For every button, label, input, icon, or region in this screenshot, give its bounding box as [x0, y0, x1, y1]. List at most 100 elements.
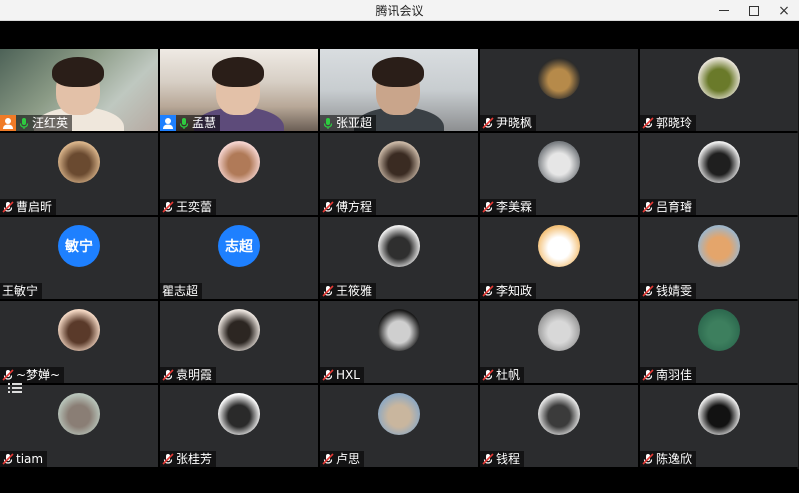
participant-tile[interactable]: 杜帆	[480, 301, 638, 383]
bottom-bar	[0, 469, 799, 493]
participant-name: 王奕蕾	[176, 200, 213, 214]
participant-name: 瞿志超	[162, 284, 199, 298]
participant-name: 张桂芳	[176, 452, 213, 466]
participant-name-label: 王筱雅	[320, 283, 377, 299]
avatar	[378, 141, 420, 183]
mic-on-icon	[178, 117, 190, 129]
participant-name-label: HXL	[320, 367, 364, 383]
mic-muted-icon	[482, 453, 494, 465]
mic-on-icon	[18, 117, 30, 129]
mic-muted-icon	[162, 453, 174, 465]
participant-tile[interactable]: 钱婧雯	[640, 217, 798, 299]
participant-name: 孟慧	[192, 116, 217, 130]
mic-on-icon	[322, 117, 334, 129]
participant-name-label: 钱婧雯	[640, 283, 697, 299]
avatar	[218, 309, 260, 351]
participant-tile[interactable]: tiam	[0, 385, 158, 467]
avatar	[698, 57, 740, 99]
participant-tile[interactable]: 郭晓玲	[640, 49, 798, 131]
member-list-button[interactable]	[4, 380, 26, 396]
participant-name-label: tiam	[0, 451, 48, 467]
participant-tile[interactable]: HXL	[320, 301, 478, 383]
avatar	[698, 141, 740, 183]
mic-muted-icon	[322, 285, 334, 297]
avatar	[378, 309, 420, 351]
mic-muted-icon	[482, 369, 494, 381]
participant-name-label: 李美霖	[480, 199, 537, 215]
avatar	[538, 393, 580, 435]
top-bar	[0, 21, 799, 49]
avatar	[538, 309, 580, 351]
participant-name-label: 王奕蕾	[160, 199, 217, 215]
mic-muted-icon	[482, 285, 494, 297]
participant-tile[interactable]: 尹晓枫	[480, 49, 638, 131]
participant-tile[interactable]: 钱程	[480, 385, 638, 467]
mic-muted-icon	[642, 117, 654, 129]
participant-tile[interactable]: 卢思	[320, 385, 478, 467]
participant-tile[interactable]: 孟慧	[160, 49, 318, 131]
mic-muted-icon	[2, 453, 14, 465]
host-icon	[0, 115, 16, 131]
participant-name-label: 尹晓枫	[480, 115, 537, 131]
avatar: 敏宁	[58, 225, 100, 267]
participant-tile[interactable]: 王奕蕾	[160, 133, 318, 215]
participant-name-label: 李知政	[480, 283, 537, 299]
list-icon	[8, 383, 22, 393]
participant-tile[interactable]: 汪红英	[0, 49, 158, 131]
participant-tile[interactable]: 志超 瞿志超	[160, 217, 318, 299]
person-hair	[212, 57, 264, 87]
participant-tile[interactable]: 敏宁 王敏宁	[0, 217, 158, 299]
participant-tile[interactable]: 袁明霞	[160, 301, 318, 383]
mic-muted-icon	[162, 369, 174, 381]
participant-name-label: 南羽佳	[640, 367, 697, 383]
participant-name-label: 钱程	[480, 451, 525, 467]
mic-muted-icon	[322, 453, 334, 465]
title-bar: 腾讯会议 ×	[0, 0, 799, 21]
minimize-button[interactable]	[709, 0, 739, 21]
participant-name: tiam	[16, 452, 44, 466]
participant-tile[interactable]: 李知政	[480, 217, 638, 299]
mic-muted-icon	[642, 369, 654, 381]
participant-name-label: 汪红英	[0, 115, 73, 131]
participant-name: 郭晓玲	[656, 116, 693, 130]
mic-muted-icon	[642, 201, 654, 213]
participant-grid: 汪红英 孟慧 张亚超 尹晓枫 郭晓玲 曹启昕 王奕蕾 傅方程 李美霖 吕育璿 敏宁 王敏宁 志超 瞿志超王…	[0, 49, 798, 469]
mic-muted-icon	[482, 117, 494, 129]
participant-tile[interactable]: 曹启昕	[0, 133, 158, 215]
participant-name-label: 王敏宁	[0, 283, 43, 299]
participant-name-label: 瞿志超	[160, 283, 203, 299]
participant-name: 钱程	[496, 452, 521, 466]
participant-tile[interactable]: 王筱雅	[320, 217, 478, 299]
maximize-button[interactable]	[739, 0, 769, 21]
mic-muted-icon	[482, 201, 494, 213]
participant-name: HXL	[336, 368, 360, 382]
participant-tile[interactable]: 南羽佳	[640, 301, 798, 383]
participant-name-label: 郭晓玲	[640, 115, 697, 131]
participant-name-label: 张亚超	[320, 115, 377, 131]
participant-tile[interactable]: 李美霖	[480, 133, 638, 215]
close-button[interactable]: ×	[769, 0, 799, 21]
avatar	[58, 141, 100, 183]
participant-name: 尹晓枫	[496, 116, 533, 130]
participant-tile[interactable]: 张亚超	[320, 49, 478, 131]
participant-tile[interactable]: 傅方程	[320, 133, 478, 215]
avatar	[698, 309, 740, 351]
participant-name: 吕育璿	[656, 200, 693, 214]
mic-muted-icon	[642, 453, 654, 465]
participant-tile[interactable]: 陈逸欣	[640, 385, 798, 467]
mic-muted-icon	[322, 369, 334, 381]
mic-muted-icon	[162, 201, 174, 213]
avatar	[378, 225, 420, 267]
participant-tile[interactable]: 吕育璿	[640, 133, 798, 215]
participant-name: 张亚超	[336, 116, 373, 130]
participant-name-label: 张桂芳	[160, 451, 217, 467]
person-hair	[52, 57, 104, 87]
mic-muted-icon	[322, 201, 334, 213]
participant-tile[interactable]: 张桂芳	[160, 385, 318, 467]
participant-name: 南羽佳	[656, 368, 693, 382]
participant-name-label: 孟慧	[160, 115, 221, 131]
participant-name: 汪红英	[32, 116, 69, 130]
person-hair	[372, 57, 424, 87]
participant-name: 钱婧雯	[656, 284, 693, 298]
participant-tile[interactable]: ~梦婵~	[0, 301, 158, 383]
